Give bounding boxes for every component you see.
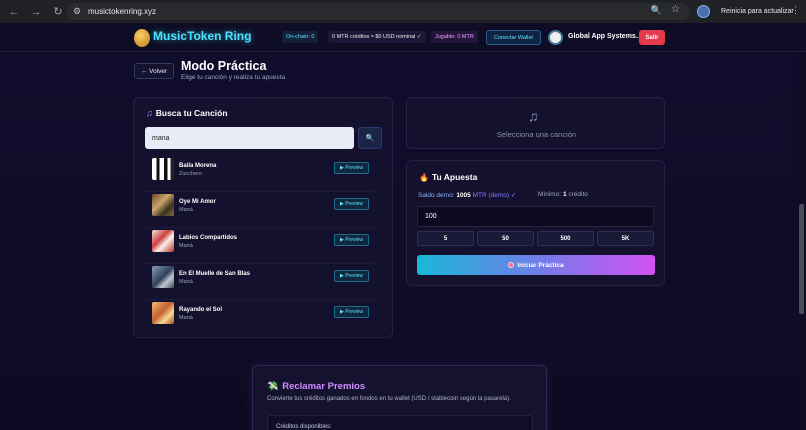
minimum-value: 1 bbox=[562, 191, 567, 198]
song-cover-image bbox=[152, 158, 174, 180]
song-artist: Maná bbox=[179, 315, 193, 321]
url-text: musictokenring.xyz bbox=[88, 7, 157, 16]
target-icon bbox=[508, 262, 515, 268]
user-avatar[interactable] bbox=[548, 30, 563, 45]
reload-icon[interactable]: ↻ bbox=[50, 4, 66, 20]
logout-button[interactable]: Salir bbox=[639, 30, 665, 45]
update-button[interactable]: Reinicia para actualizar bbox=[715, 3, 800, 20]
list-item[interactable]: Baila Morena Zucchero ▶ Preview bbox=[145, 156, 373, 192]
quick-bet-50[interactable]: 50 bbox=[477, 231, 534, 246]
page-scrollbar-thumb[interactable] bbox=[799, 204, 804, 314]
preview-button[interactable]: ▶ Preview bbox=[334, 198, 369, 210]
claim-title: 💸 Reclamar Premios bbox=[267, 381, 365, 392]
select-song-prompt: Selecciona una canción bbox=[496, 130, 577, 139]
forward-arrow-icon[interactable]: → bbox=[28, 4, 44, 20]
minimum-label: Mínimo: bbox=[538, 191, 562, 198]
music-note-icon: ♫ bbox=[528, 108, 539, 124]
search-title-text: Busca tu Canción bbox=[155, 108, 228, 118]
quick-bet-500[interactable]: 500 bbox=[537, 231, 594, 246]
preview-button[interactable]: ▶ Preview bbox=[334, 234, 369, 246]
bookmark-star-icon[interactable]: ☆ bbox=[671, 4, 680, 15]
song-search-card: ♫ Busca tu Canción 🔍 Baila Morena Zucche… bbox=[133, 97, 393, 338]
search-input[interactable] bbox=[145, 127, 354, 149]
available-credits-label: Créditos disponibles: bbox=[276, 424, 332, 430]
start-practice-button[interactable]: Iniciar Práctica bbox=[417, 255, 655, 275]
logo-text[interactable]: MusicToken Ring bbox=[153, 29, 251, 43]
site-info-icon[interactable]: ⚙ bbox=[70, 6, 84, 17]
preview-button[interactable]: ▶ Preview bbox=[334, 162, 369, 174]
available-credits-box: Créditos disponibles: bbox=[267, 415, 533, 430]
song-title: Rayando el Sol bbox=[179, 307, 223, 313]
start-practice-label: Iniciar Práctica bbox=[517, 261, 564, 269]
claim-title-text: Reclamar Premios bbox=[282, 381, 366, 392]
song-artist: Maná bbox=[179, 279, 193, 285]
quick-bet-5k[interactable]: 5K bbox=[597, 231, 654, 246]
song-title: Oye Mi Amor bbox=[179, 199, 216, 205]
money-icon: 💸 bbox=[267, 381, 279, 391]
song-cover-image bbox=[152, 194, 174, 216]
logo-icon[interactable] bbox=[134, 29, 150, 47]
claim-prizes-card: 💸 Reclamar Premios Convierte tus crédito… bbox=[252, 365, 547, 430]
selected-song-card: ♫ Selecciona una canción bbox=[406, 97, 665, 149]
username: Global App Systems… bbox=[568, 33, 643, 40]
song-cover-image bbox=[152, 230, 174, 252]
song-list[interactable]: Baila Morena Zucchero ▶ Preview Oye Mi A… bbox=[145, 156, 382, 331]
minimum-bet: Mínimo: 1 crédito bbox=[538, 191, 588, 198]
song-artist: Maná bbox=[179, 207, 193, 213]
balance-value: 1005 bbox=[456, 192, 471, 199]
app-header: MusicToken Ring On-chain: 0 0 MTR crédit… bbox=[0, 23, 806, 52]
onchain-badge: On-chain: 0 bbox=[282, 31, 319, 43]
search-card-title: ♫ Busca tu Canción bbox=[146, 108, 228, 118]
browser-toolbar: ← → ↻ ⚙ musictokenring.xyz 🔍 ☆ Reinicia … bbox=[0, 0, 806, 23]
search-icon: 🔍 bbox=[365, 135, 375, 142]
quick-bet-5[interactable]: 5 bbox=[417, 231, 474, 246]
back-arrow-icon[interactable]: ← bbox=[6, 4, 22, 20]
balance-unit: MTR (demo) ✓ bbox=[472, 192, 517, 199]
page-title: Modo Práctica bbox=[181, 59, 267, 73]
preview-button[interactable]: ▶ Preview bbox=[334, 306, 369, 318]
minimum-unit: crédito bbox=[568, 191, 588, 198]
list-item[interactable]: En El Muelle de San Blas Maná ▶ Preview bbox=[145, 264, 373, 300]
bet-amount-input[interactable] bbox=[417, 206, 654, 227]
preview-button[interactable]: ▶ Preview bbox=[334, 270, 369, 282]
list-item[interactable]: Labios Compartidos Maná ▶ Preview bbox=[145, 228, 373, 264]
address-bar[interactable]: ⚙ musictokenring.xyz 🔍 ☆ bbox=[66, 3, 690, 20]
fire-icon: 🔥 bbox=[419, 172, 429, 182]
song-artist: Maná bbox=[179, 243, 193, 249]
song-title: En El Muelle de San Blas bbox=[179, 271, 251, 277]
song-cover-image bbox=[152, 302, 174, 324]
page-subtitle: Elige tu canción y realiza tu apuesta bbox=[181, 74, 286, 81]
credits-badge: 0 MTR créditos ≈ $0 USD nominal ✓ bbox=[328, 31, 426, 43]
list-item[interactable]: Oye Mi Amor Maná ▶ Preview bbox=[145, 192, 373, 228]
song-title: Baila Morena bbox=[179, 163, 217, 169]
demo-balance: Saldo demo: 1005 MTR (demo) ✓ bbox=[418, 191, 516, 199]
song-artist: Zucchero bbox=[179, 171, 202, 177]
song-title: Labios Compartidos bbox=[179, 235, 238, 241]
jugable-badge: Jugable: 0 MTR bbox=[431, 31, 478, 43]
menu-dots-icon[interactable]: ⋮ bbox=[791, 5, 800, 16]
music-note-icon: ♫ bbox=[146, 108, 153, 118]
bet-card-title: 🔥 Tu Apuesta bbox=[419, 172, 477, 182]
claim-description: Convierte tus créditos ganados en fondos… bbox=[267, 396, 511, 402]
list-item[interactable]: Rayando el Sol Maná ▶ Preview bbox=[145, 300, 373, 331]
main-content: ← Volver Modo Práctica Elige tu canción … bbox=[0, 52, 806, 430]
zoom-icon[interactable]: 🔍 bbox=[651, 5, 662, 16]
bet-title-text: Tu Apuesta bbox=[431, 172, 478, 182]
song-cover-image bbox=[152, 266, 174, 288]
bet-card: 🔥 Tu Apuesta Saldo demo: 1005 MTR (demo)… bbox=[406, 160, 665, 286]
balance-label: Saldo demo: bbox=[418, 192, 455, 199]
connect-wallet-button[interactable]: Conectar Wallet bbox=[486, 30, 541, 45]
profile-avatar[interactable] bbox=[697, 5, 710, 18]
search-button[interactable]: 🔍 bbox=[358, 127, 382, 149]
back-button[interactable]: ← Volver bbox=[134, 63, 174, 79]
